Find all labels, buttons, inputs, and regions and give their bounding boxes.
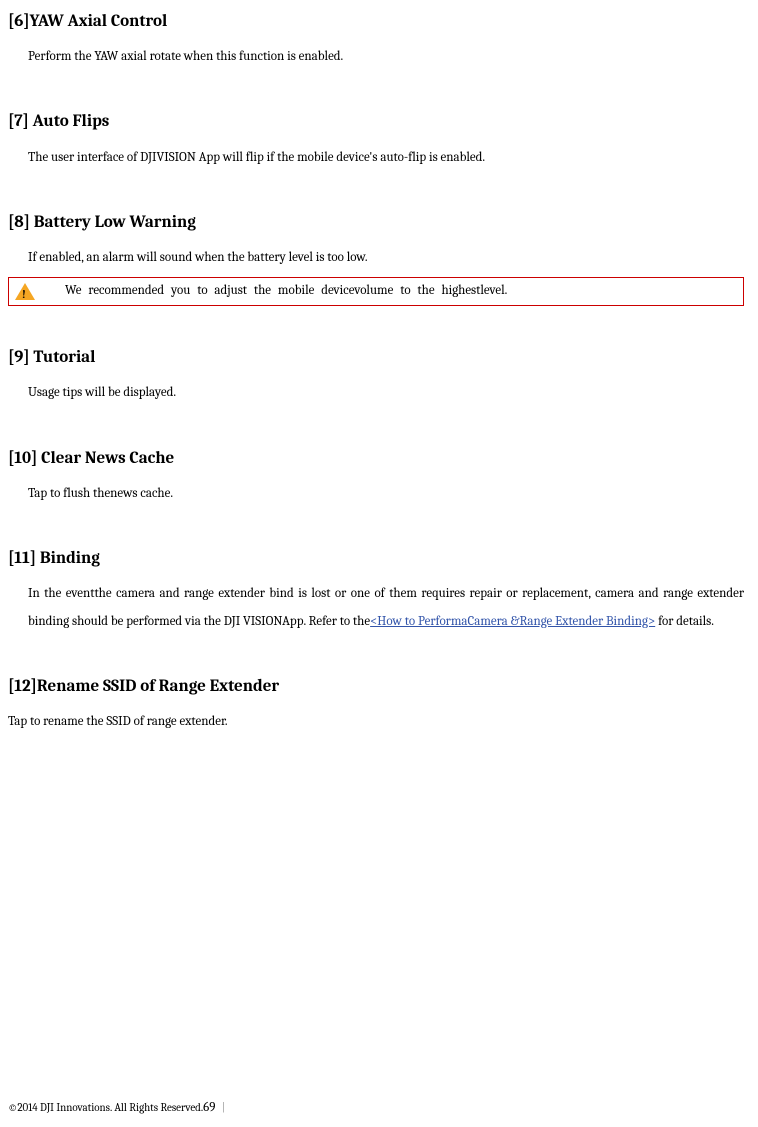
heading: [9] Tutorial — [8, 344, 744, 371]
warning-box: We recommended you to adjust the mobile … — [8, 277, 744, 306]
section-tutorial: [9] Tutorial Usage tips will be displaye… — [8, 344, 744, 406]
heading: [11] Binding — [8, 545, 744, 572]
body-text: In the eventthe camera and range extende… — [8, 580, 744, 635]
warning-text: We recommended you to adjust the mobile … — [65, 281, 507, 302]
footer: ©2014 DJI Innovations. All Rights Reserv… — [8, 1098, 225, 1119]
section-rename-ssid: [12]Rename SSID of Range Extender Tap to… — [8, 673, 744, 735]
page-number: 69 — [203, 1100, 215, 1115]
section-binding: [11] Binding In the eventthe camera and … — [8, 545, 744, 635]
body-text: Perform the YAW axial rotate when this f… — [8, 43, 744, 70]
heading: [7] Auto Flips — [8, 108, 744, 135]
heading: [8] Battery Low Warning — [8, 209, 744, 236]
section-auto-flips: [7] Auto Flips The user interface of DJI… — [8, 108, 744, 170]
footer-bar: | — [222, 1101, 225, 1114]
section-yaw-axial-control: [6]YAW Axial Control Perform the YAW axi… — [8, 8, 744, 70]
body-text: The user interface of DJIVISION App will… — [8, 144, 744, 171]
heading: [6]YAW Axial Control — [8, 8, 744, 35]
link-how-to-perform-binding[interactable]: <How to PerformaCamera &Range Extender B… — [370, 614, 655, 629]
section-clear-news-cache: [10] Clear News Cache Tap to flush thene… — [8, 445, 744, 507]
warning-icon — [15, 283, 35, 300]
copyright: ©2014 DJI Innovations. All Rights Reserv… — [8, 1101, 203, 1114]
heading: [10] Clear News Cache — [8, 445, 744, 472]
body-post: for details. — [655, 614, 714, 629]
heading: [12]Rename SSID of Range Extender — [8, 673, 744, 700]
body-text: If enabled, an alarm will sound when the… — [8, 244, 744, 271]
body-text: Tap to flush thenews cache. — [8, 480, 744, 507]
body-text: Tap to rename the SSID of range extender… — [8, 708, 744, 735]
body-text: Usage tips will be displayed. — [8, 379, 744, 406]
section-battery-low-warning: [8] Battery Low Warning If enabled, an a… — [8, 209, 744, 306]
